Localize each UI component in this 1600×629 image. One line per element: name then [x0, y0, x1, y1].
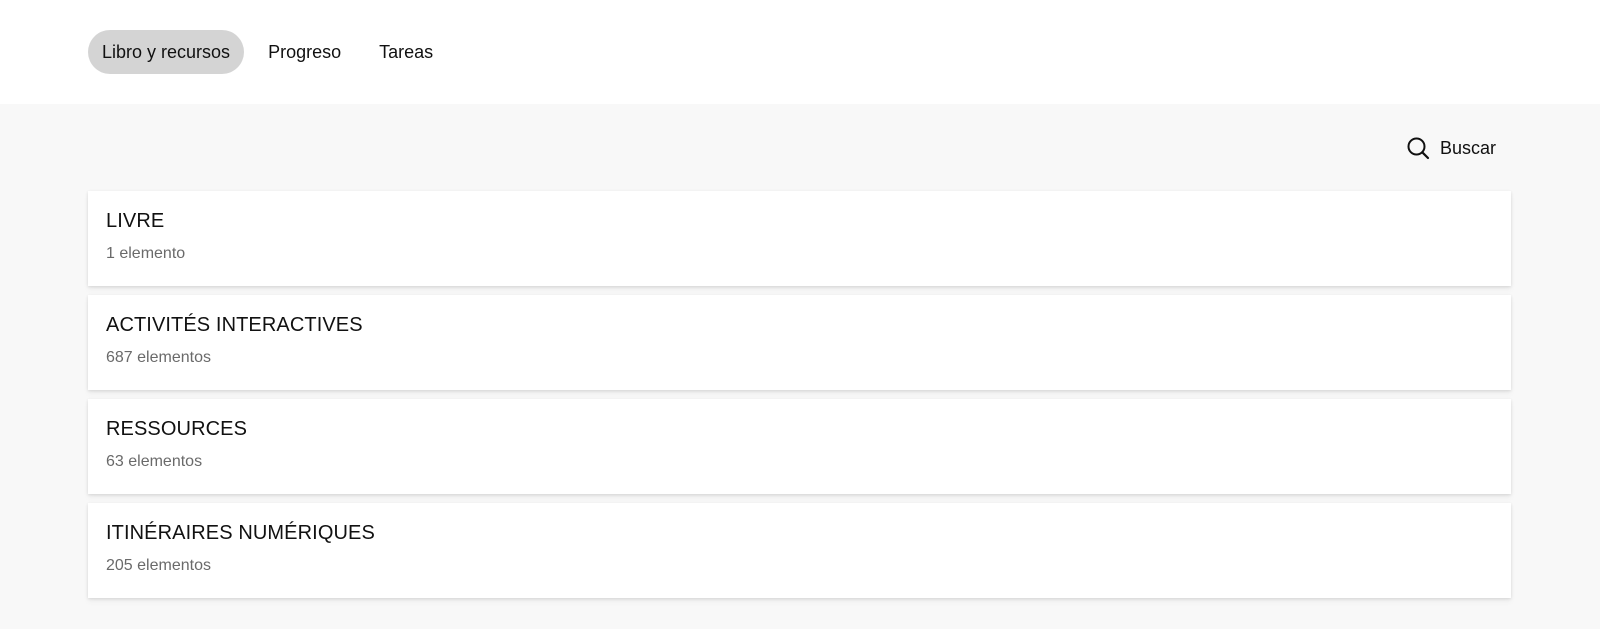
section-item-count: 63 elementos [106, 453, 203, 470]
section-title: ACTIVITÉS INTERACTIVES [106, 314, 363, 336]
resource-section-list: LIVRE 1 elemento ACTIVITÉS INTERACTIVES … [88, 191, 1511, 607]
search-button[interactable]: Buscar [1406, 136, 1496, 160]
search-label: Buscar [1439, 137, 1496, 158]
tab-tareas[interactable]: Tareas [365, 30, 447, 74]
section-livre[interactable]: LIVRE 1 elemento [88, 191, 1511, 286]
section-title: RESSOURCES [106, 418, 248, 440]
section-item-count: 205 elementos [106, 557, 211, 574]
tab-progreso[interactable]: Progreso [254, 30, 355, 74]
section-itineraires-numeriques[interactable]: ITINÉRAIRES NUMÉRIQUES 205 elementos [88, 503, 1511, 598]
search-icon [1406, 136, 1430, 160]
section-item-count: 687 elementos [106, 349, 211, 366]
section-title: ITINÉRAIRES NUMÉRIQUES [106, 522, 375, 544]
section-ressources[interactable]: RESSOURCES 63 elementos [88, 399, 1511, 494]
section-activites-interactives[interactable]: ACTIVITÉS INTERACTIVES 687 elementos [88, 295, 1511, 390]
section-title: LIVRE [106, 210, 165, 232]
top-navigation: Libro y recursos Progreso Tareas [0, 0, 1600, 104]
section-item-count: 1 elemento [106, 245, 186, 262]
content-area: Buscar LIVRE 1 elemento ACTIVITÉS INTERA… [0, 104, 1600, 629]
tab-libro-y-recursos[interactable]: Libro y recursos [88, 30, 245, 74]
